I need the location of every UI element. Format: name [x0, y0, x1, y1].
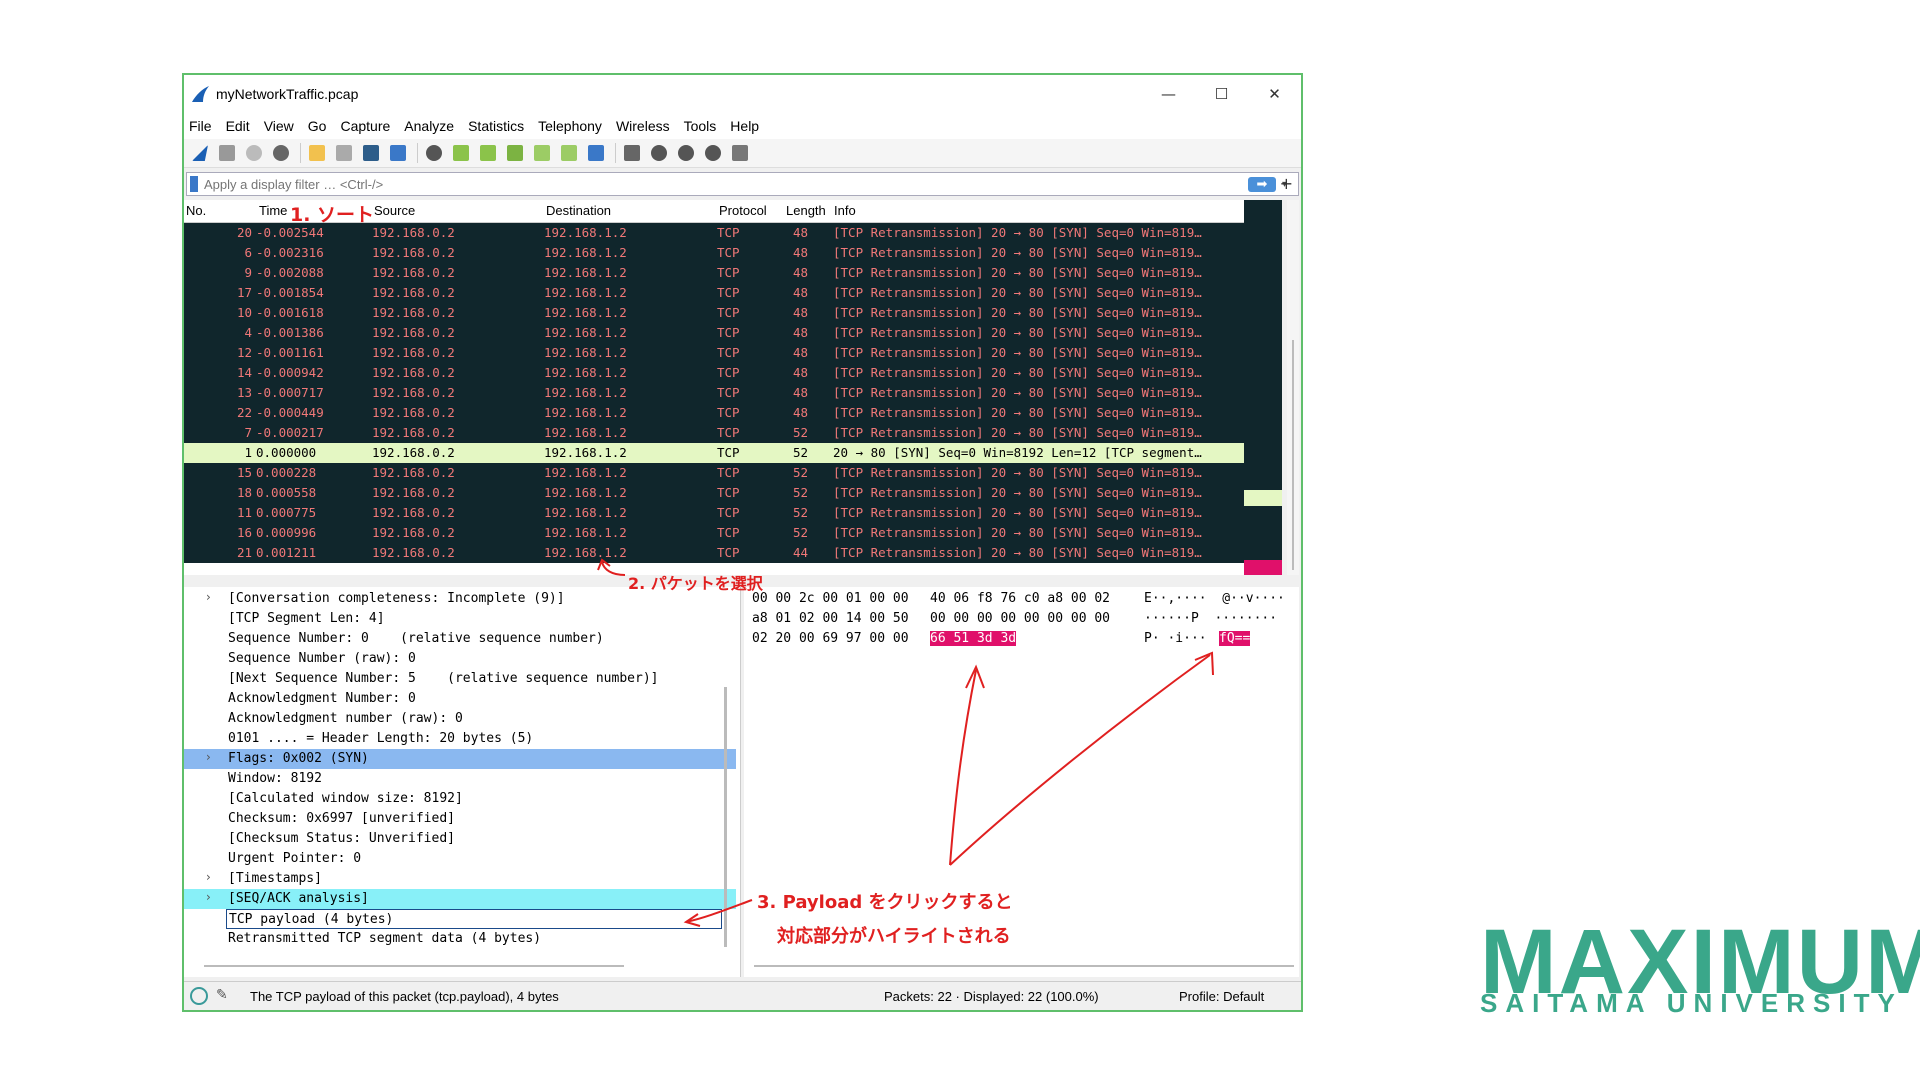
- hex-arrow-icon: [949, 669, 977, 866]
- saitama-university-logo: SAITAMA UNIVERSITY: [1480, 988, 1903, 1018]
- select-arrow-icon: [601, 561, 626, 576]
- ascii-arrow-icon: [949, 654, 1211, 866]
- payload-arrow-icon: [685, 899, 753, 923]
